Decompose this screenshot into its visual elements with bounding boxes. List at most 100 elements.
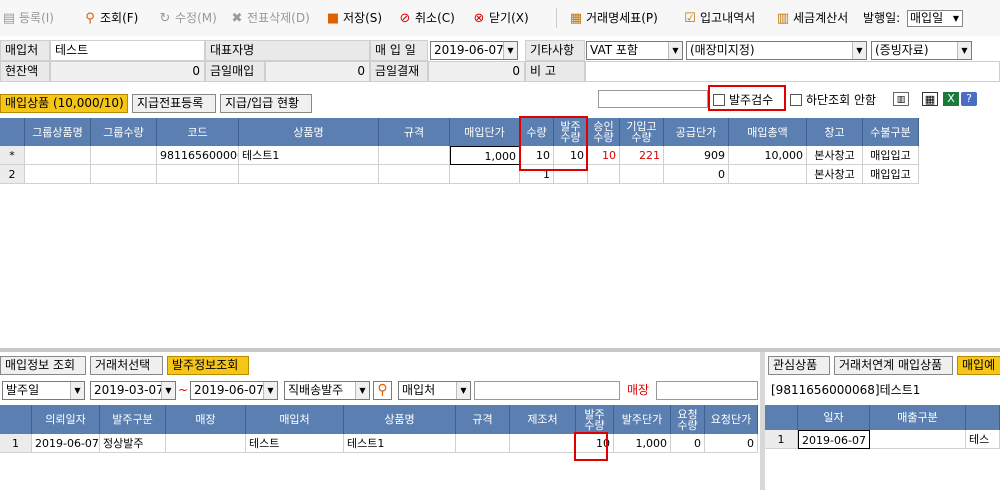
table-cell[interactable]: 테스트 — [246, 434, 344, 453]
tab-payment-status[interactable]: 지급/입급 현황 — [220, 94, 312, 113]
column-header[interactable]: 일자 — [798, 405, 870, 430]
table-cell[interactable] — [25, 165, 91, 184]
register-button[interactable]: ▤ 등록(I) — [2, 9, 54, 27]
table-cell[interactable]: 테스트1 — [239, 146, 379, 165]
column-header[interactable]: 상품명 — [239, 118, 379, 146]
excel-icon[interactable]: X — [943, 92, 959, 106]
date-from-select[interactable]: 2019-03-07 ▼ — [90, 381, 176, 400]
tab-vendor-select[interactable]: 거래처선택 — [90, 356, 163, 375]
issue-date-select[interactable]: 매입일 ▼ — [907, 10, 963, 27]
date-to-select[interactable]: 2019-06-07 ▼ — [190, 381, 278, 400]
help-icon[interactable]: ? — [961, 92, 977, 106]
row-number[interactable]: 1 — [765, 430, 798, 449]
table-cell[interactable]: 10,000 — [729, 146, 807, 165]
bottom-query-checkbox[interactable]: 하단조회 안함 — [790, 91, 876, 109]
column-header[interactable]: 그룹수량 — [91, 118, 157, 146]
table-cell[interactable]: 2019-06-07 — [798, 430, 870, 449]
table-cell[interactable] — [456, 434, 510, 453]
table-cell[interactable]: 9811656000068 — [157, 146, 239, 165]
column-header[interactable]: 규격 — [379, 118, 450, 146]
vendor-field[interactable]: 테스트 — [50, 40, 205, 61]
table-cell[interactable]: 1,000 — [450, 146, 520, 165]
tab-favorite-items[interactable]: 관심상품 — [768, 356, 830, 375]
vendor-type-select[interactable]: 매입처 ▼ — [398, 381, 471, 400]
search-button[interactable]: ⚲ 조회(F) — [83, 9, 138, 27]
column-header[interactable]: 의뢰일자 — [32, 405, 100, 434]
evidence-select[interactable]: (증빙자료) ▼ — [871, 41, 972, 60]
column-header[interactable] — [765, 405, 798, 430]
table-cell[interactable]: 2019-06-07 — [32, 434, 100, 453]
column-header[interactable]: 매입총액 — [729, 118, 807, 146]
table-cell[interactable] — [91, 146, 157, 165]
vendor-search-input[interactable] — [474, 381, 620, 400]
barcode-icon[interactable]: ▥ — [893, 92, 909, 106]
table-cell[interactable] — [620, 165, 664, 184]
tab-purchase-info[interactable]: 매입정보 조회 — [0, 356, 86, 375]
edit-button[interactable]: ↻ 수정(M) — [158, 9, 217, 27]
table-cell[interactable] — [166, 434, 246, 453]
table-cell[interactable]: 0 — [664, 165, 729, 184]
column-header[interactable]: 승인 수량 — [588, 118, 620, 146]
table-cell[interactable]: 정상발주 — [100, 434, 166, 453]
table-cell[interactable] — [729, 165, 807, 184]
table-cell[interactable]: 본사창고 — [807, 165, 863, 184]
table-cell[interactable]: 1,000 — [614, 434, 671, 453]
pane-divider[interactable] — [0, 348, 1000, 352]
row-number[interactable]: 2 — [0, 165, 25, 184]
column-header[interactable]: 규격 — [456, 405, 510, 434]
column-header[interactable]: 제조처 — [510, 405, 576, 434]
column-header[interactable]: 상품명 — [344, 405, 456, 434]
table-cell[interactable]: 매입입고 — [863, 165, 919, 184]
column-header[interactable] — [0, 118, 25, 146]
table-cell[interactable]: 본사창고 — [807, 146, 863, 165]
table-cell[interactable]: 221 — [620, 146, 664, 165]
column-header[interactable] — [0, 405, 32, 434]
table-cell[interactable] — [91, 165, 157, 184]
table-cell[interactable] — [588, 165, 620, 184]
column-header[interactable]: 매입처 — [246, 405, 344, 434]
table-cell[interactable]: 10 — [588, 146, 620, 165]
column-header[interactable]: 수불구분 — [863, 118, 919, 146]
table-cell[interactable] — [239, 165, 379, 184]
table-cell[interactable] — [510, 434, 576, 453]
column-header[interactable]: 창고 — [807, 118, 863, 146]
search-icon[interactable]: ⚲ — [373, 381, 392, 400]
table-cell[interactable]: 0 — [705, 434, 758, 453]
vat-select[interactable]: VAT 포함 ▼ — [586, 41, 683, 60]
column-header[interactable]: 그룹상품명 — [25, 118, 91, 146]
column-header[interactable]: 매입단가 — [450, 118, 520, 146]
row-number[interactable]: * — [0, 146, 25, 165]
column-header[interactable]: 발주구분 — [100, 405, 166, 434]
delete-slip-button[interactable]: ✖ 전표삭제(D) — [230, 9, 310, 27]
column-header[interactable]: 매장 — [166, 405, 246, 434]
table-cell[interactable] — [450, 165, 520, 184]
table-cell[interactable]: 테스 — [966, 430, 1000, 449]
column-header[interactable]: 공급단가 — [664, 118, 729, 146]
column-header[interactable]: 발주단가 — [614, 405, 671, 434]
table-cell[interactable] — [379, 165, 450, 184]
table-cell[interactable]: 909 — [664, 146, 729, 165]
store-select[interactable]: (매장미지정) ▼ — [686, 41, 867, 60]
table-cell[interactable] — [157, 165, 239, 184]
receipt-history-button[interactable]: ☑ 입고내역서 — [683, 9, 755, 27]
tab-vendor-linked-items[interactable]: 거래처연계 매입상품 — [834, 356, 953, 375]
tab-payment-slip[interactable]: 지급전표등록 — [132, 94, 216, 113]
column-header[interactable]: 코드 — [157, 118, 239, 146]
tab-purchase-extra[interactable]: 매입예 — [957, 356, 1000, 375]
column-header[interactable]: 요청단가 — [705, 405, 758, 434]
tab-order-info[interactable]: 발주정보조회 — [167, 356, 249, 375]
table-cell[interactable] — [379, 146, 450, 165]
row-number[interactable]: 1 — [0, 434, 32, 453]
order-type-select[interactable]: 직배송발주 ▼ — [284, 381, 370, 400]
close-button[interactable]: ⊗ 닫기(X) — [472, 9, 529, 27]
column-header[interactable]: 발주 수량 — [576, 405, 614, 434]
table-cell[interactable] — [25, 146, 91, 165]
purchase-date-select[interactable]: 2019-06-07 ▼ — [430, 41, 518, 60]
save-button[interactable]: ■ 저장(S) — [326, 9, 382, 27]
column-header[interactable]: 매출구분 — [870, 405, 966, 430]
column-header[interactable]: 기입고 수량 — [620, 118, 664, 146]
tab-purchase-items[interactable]: 매입상품 (10,000/10) — [0, 94, 128, 113]
table-cell[interactable]: 0 — [671, 434, 705, 453]
column-header[interactable]: 요청 수량 — [671, 405, 705, 434]
store-input[interactable] — [656, 381, 758, 400]
